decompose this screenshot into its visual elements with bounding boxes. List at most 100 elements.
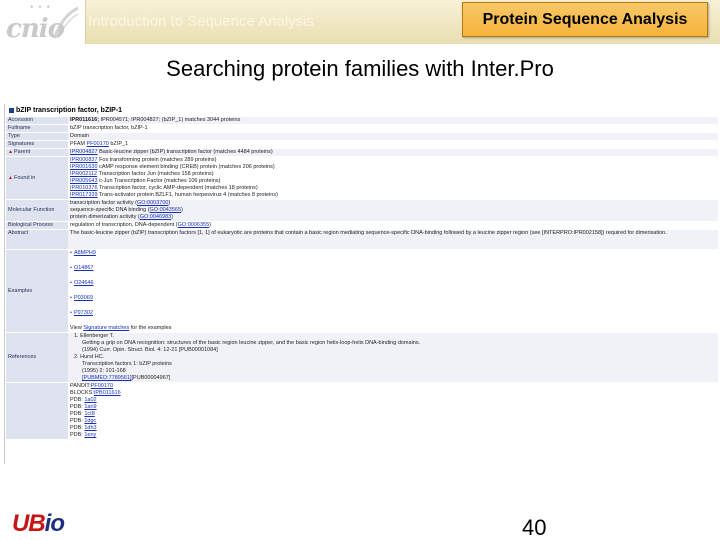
found-in-link[interactable]: IPR010376 — [70, 185, 98, 191]
accession-main: IPR011616; — [70, 117, 100, 123]
go-term-text: transcription factor activity — [70, 200, 134, 206]
interpro-entry-screenshot: bZIP transcription factor, bZIP-1 Access… — [4, 104, 718, 464]
example-link[interactable]: A8MPH9 — [74, 250, 96, 256]
row-found-in: ▲Found in IPR000837 Fos transforming pro… — [6, 156, 718, 200]
example-item: • P97302 — [70, 310, 716, 325]
xref-link[interactable]: 1dh3 — [84, 425, 96, 431]
xref-item: PDB: 1cI8 — [70, 411, 716, 418]
abstract-value: The basic-leucine zipper (bZIP) transcri… — [68, 229, 718, 250]
ref2-title: Transcription factors 1: bZIP proteins — [82, 361, 172, 367]
examples-footer-post: for the examples — [130, 325, 172, 331]
row-type: Type Domain — [6, 132, 718, 141]
signatures-label: Signatures — [6, 140, 68, 149]
xref-item: BLOCKS:IPB011616 — [70, 390, 716, 397]
examples-footer-pre: View — [70, 325, 82, 331]
pub-id: [PUB00004967] — [131, 375, 171, 381]
slide-title: Searching protein families with Inter.Pr… — [166, 56, 554, 81]
pubmed-link[interactable]: [PUBMED:7789561] — [82, 375, 132, 381]
fullname-value: bZIP transcription factor, bZIP-1 — [68, 124, 718, 133]
go-term-text: regulation of transcription, DNA-depende… — [70, 222, 175, 228]
found-in-desc: c-Jun Transcription Factor (matches 106 … — [99, 178, 221, 184]
found-in-desc: Fos transforming protein (matches 289 pr… — [99, 157, 217, 163]
found-in-link[interactable]: IPR000837 — [70, 157, 98, 163]
parent-arrow-icon: ▲ — [8, 149, 13, 155]
ref2-pub: [PUBMED:7789561][PUB00004967] — [74, 375, 716, 382]
entry-bullet-icon — [9, 107, 14, 113]
ref2-author: 2. Hurst HC. — [74, 354, 105, 360]
parent-value: IPR004827 Basic-leucine zipper (bZIP) tr… — [68, 148, 718, 157]
go-term-text: protein dimerization activity — [70, 214, 137, 220]
accession-rest: IPR004571; IPR004827; (bZIP_1) matches 3… — [100, 117, 241, 123]
go-term-link[interactable]: GO:0043565 — [150, 207, 182, 213]
row-parent: ▲Parent IPR004827 Basic-leucine zipper (… — [6, 148, 718, 157]
found-in-desc: cAMP response element binding (CREB) pro… — [99, 164, 275, 170]
type-value: Domain — [68, 132, 718, 141]
found-in-link[interactable]: IPR001630 — [70, 164, 98, 170]
example-link[interactable]: P03069 — [74, 295, 93, 301]
parent-desc: Basic-leucine zipper (bZIP) transcriptio… — [99, 149, 273, 155]
xref-link[interactable]: 1eny — [84, 432, 96, 438]
go-term-link[interactable]: GO:0046983 — [140, 214, 172, 220]
ref1-author: 1. Ellenberger T. — [74, 333, 114, 339]
signature-link[interactable]: PF00170 — [87, 141, 109, 147]
example-bullet-icon: • — [70, 295, 72, 301]
xref-link[interactable]: 1cI8 — [84, 411, 94, 417]
bioproc-value: regulation of transcription, DNA-depende… — [68, 221, 718, 230]
example-link[interactable]: P97302 — [74, 310, 93, 316]
ref2-cite: (1995) 2: 101-168 — [82, 368, 126, 374]
row-signatures: Signatures PFAM PF00170 bZIP_1 — [6, 140, 718, 149]
examples-value: • A8MPH9 • O14867 • O24646 • P03069 • P97302 … — [68, 249, 718, 333]
found-in-item: IPR002112 Transcription factor Jun (matc… — [70, 171, 716, 178]
entry-title: bZIP transcription factor, bZIP-1 — [9, 107, 122, 114]
example-link[interactable]: O14867 — [74, 265, 94, 271]
xrefs-label-cell — [6, 382, 68, 440]
accession-label: Accession — [6, 117, 68, 125]
signature-matches-link[interactable]: Signature matches — [83, 325, 129, 331]
signature-db: PFAM — [70, 141, 85, 147]
example-item: • P03069 — [70, 295, 716, 310]
found-in-item: IPR010376 Transcription factor, cyclic A… — [70, 185, 716, 192]
found-in-label: Found in — [13, 174, 36, 181]
parent-link[interactable]: IPR004827 — [70, 149, 98, 155]
found-in-item: IPR017339 Trans-activator protein BZLF1,… — [70, 192, 716, 199]
xref-db: PDB: — [70, 432, 83, 438]
xref-db: PANDIT: — [70, 383, 91, 389]
xref-db: PDB: — [70, 404, 83, 410]
found-in-desc: Trans-activator protein BZLF1, human her… — [98, 192, 278, 198]
section-title-badge: Protein Sequence Analysis — [462, 2, 708, 37]
parent-label-cell: ▲Parent — [6, 148, 68, 157]
xref-db: PDB: — [70, 418, 83, 424]
example-link[interactable]: O24646 — [74, 280, 94, 286]
xref-item: PDB: 1an9 — [70, 404, 716, 411]
row-xrefs: PANDIT:PF00170 BLOCKS:IPB011616 PDB: 1a0… — [6, 382, 718, 440]
found-in-link[interactable]: IPR017339 — [70, 192, 98, 198]
found-in-arrow-icon: ▲ — [8, 174, 13, 181]
type-label: Type — [6, 132, 68, 141]
found-in-link[interactable]: IPR005643 — [70, 178, 98, 184]
xref-db: PDB: — [70, 411, 83, 417]
example-item: • A8MPH9 — [70, 250, 716, 265]
logo-dots: • • • — [30, 2, 52, 13]
references-value: 1. Ellenberger T. Getting a grip on DNA … — [68, 332, 718, 383]
xref-link[interactable]: 1a02 — [84, 397, 96, 403]
examples-label: Examples — [6, 249, 68, 333]
example-bullet-icon: • — [70, 280, 72, 286]
xref-link[interactable]: 1an9 — [84, 404, 96, 410]
xref-link[interactable]: 1dgc — [84, 418, 96, 424]
go-term-link[interactable]: GO:0003700 — [137, 200, 169, 206]
fullname-label: Fullname — [6, 124, 68, 133]
xref-link[interactable]: PF00170 — [91, 383, 113, 389]
example-bullet-icon: • — [70, 250, 72, 256]
go-term-link[interactable]: GO:0006355 — [178, 222, 210, 228]
examples-footer: View Signature matches for the examples — [70, 325, 716, 332]
ubio-logo-ub: UB — [12, 510, 46, 537]
course-title: Introduction to Sequence Analysis — [88, 13, 314, 30]
xref-item: PDB: 1dgc — [70, 418, 716, 425]
ubio-logo-io: io — [44, 510, 65, 537]
xref-link[interactable]: IPB011616 — [94, 390, 121, 396]
example-item: • O14867 — [70, 265, 716, 280]
xref-db: PDB: — [70, 397, 83, 403]
row-abstract: Abstract The basic-leucine zipper (bZIP)… — [6, 229, 718, 250]
found-in-link[interactable]: IPR002112 — [70, 171, 97, 177]
xref-item: PDB: 1eny — [70, 432, 716, 439]
